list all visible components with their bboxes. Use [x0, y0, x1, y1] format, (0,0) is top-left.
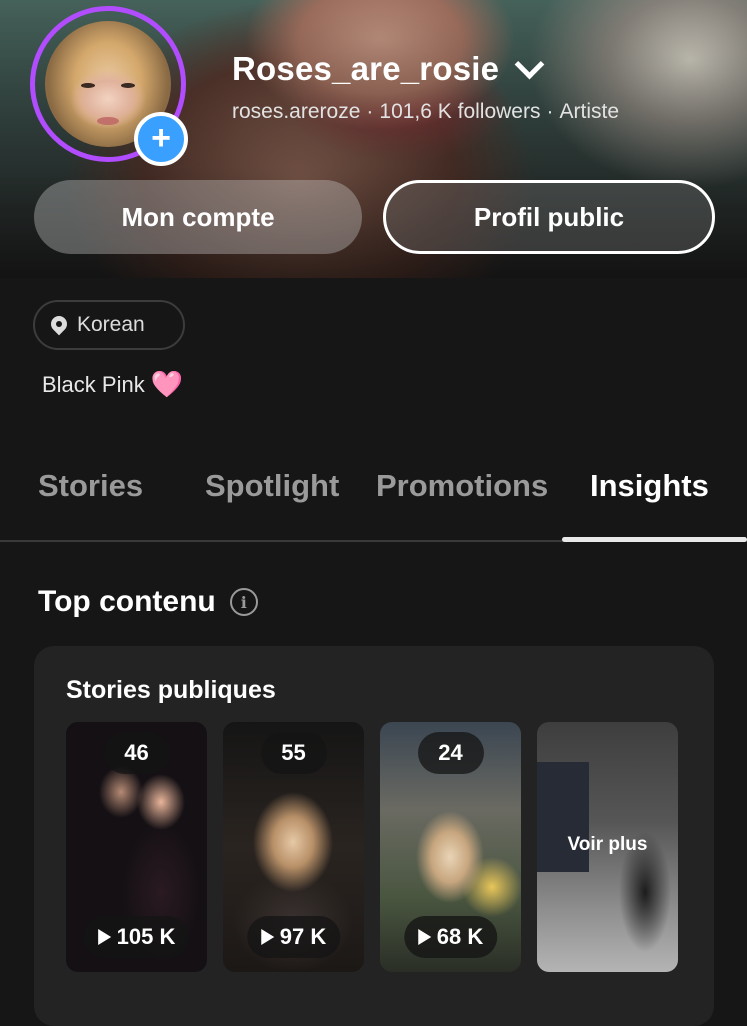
- story-thumbnail[interactable]: 24 68 K: [380, 722, 521, 972]
- my-account-label: Mon compte: [121, 201, 275, 232]
- see-more-label: Voir plus: [567, 834, 648, 855]
- separator-dot: ·: [366, 100, 374, 123]
- add-story-button[interactable]: +: [134, 112, 188, 166]
- story-thumbnail[interactable]: 46 105 K: [66, 722, 207, 972]
- story-views-badge: 105 K: [83, 916, 190, 958]
- location-label: Korean: [77, 313, 145, 336]
- location-chip[interactable]: Korean: [33, 300, 185, 350]
- public-profile-label: Profil public: [473, 201, 625, 232]
- see-more-tile[interactable]: Voir plus: [537, 722, 678, 972]
- story-views: 68 K: [436, 924, 484, 949]
- follower-count: 101,6 K followers: [379, 100, 541, 123]
- pink-heart-emoji: 🩷: [150, 370, 184, 400]
- story-views-badge: 97 K: [246, 916, 341, 958]
- chevron-down-icon: [514, 49, 545, 79]
- play-icon: [260, 929, 274, 945]
- my-account-button[interactable]: Mon compte: [34, 180, 362, 254]
- username-switcher[interactable]: Roses_are_rosie: [232, 49, 545, 88]
- avatar-face: [81, 83, 135, 89]
- display-name: Roses_are_rosie: [232, 50, 500, 87]
- story-snap-count: 55: [260, 732, 327, 774]
- bio-text: Black Pink: [42, 372, 145, 397]
- story-snap-count: 24: [417, 732, 484, 774]
- story-views-badge: 68 K: [403, 916, 498, 958]
- public-profile-button[interactable]: Profil public: [383, 180, 715, 254]
- story-thumbnail[interactable]: 55 97 K: [223, 722, 364, 972]
- section-title: Top contenu i: [38, 585, 258, 619]
- story-snap-count: 46: [103, 732, 170, 774]
- profile-category: Artiste: [559, 100, 619, 123]
- story-views: 97 K: [279, 924, 327, 949]
- story-views: 105 K: [116, 924, 176, 949]
- bio: Black Pink 🩷: [42, 372, 183, 398]
- separator-dot: ·: [546, 100, 554, 123]
- plus-icon: +: [151, 118, 171, 157]
- profile-subline: roses.areroze · 101,6 K followers · Artiste: [232, 100, 619, 124]
- card-title: Stories publiques: [66, 676, 276, 704]
- profile-tabs: Stories Spotlight Promotions Insights: [0, 462, 747, 542]
- tab-insights[interactable]: Insights: [590, 468, 709, 504]
- handle: roses.areroze: [232, 100, 361, 123]
- play-icon: [97, 929, 111, 945]
- tab-stories[interactable]: Stories: [38, 468, 143, 504]
- play-icon: [417, 929, 431, 945]
- info-icon[interactable]: i: [229, 588, 258, 616]
- location-pin-icon: [47, 312, 71, 336]
- tab-spotlight[interactable]: Spotlight: [205, 468, 339, 504]
- tab-promotions[interactable]: Promotions: [376, 468, 548, 504]
- public-stories-card: Stories publiques 46 105 K 55 97 K 24 68…: [34, 646, 714, 1026]
- active-tab-indicator: [562, 537, 747, 542]
- avatar-lips: [97, 117, 119, 125]
- top-content-title: Top contenu: [38, 585, 216, 618]
